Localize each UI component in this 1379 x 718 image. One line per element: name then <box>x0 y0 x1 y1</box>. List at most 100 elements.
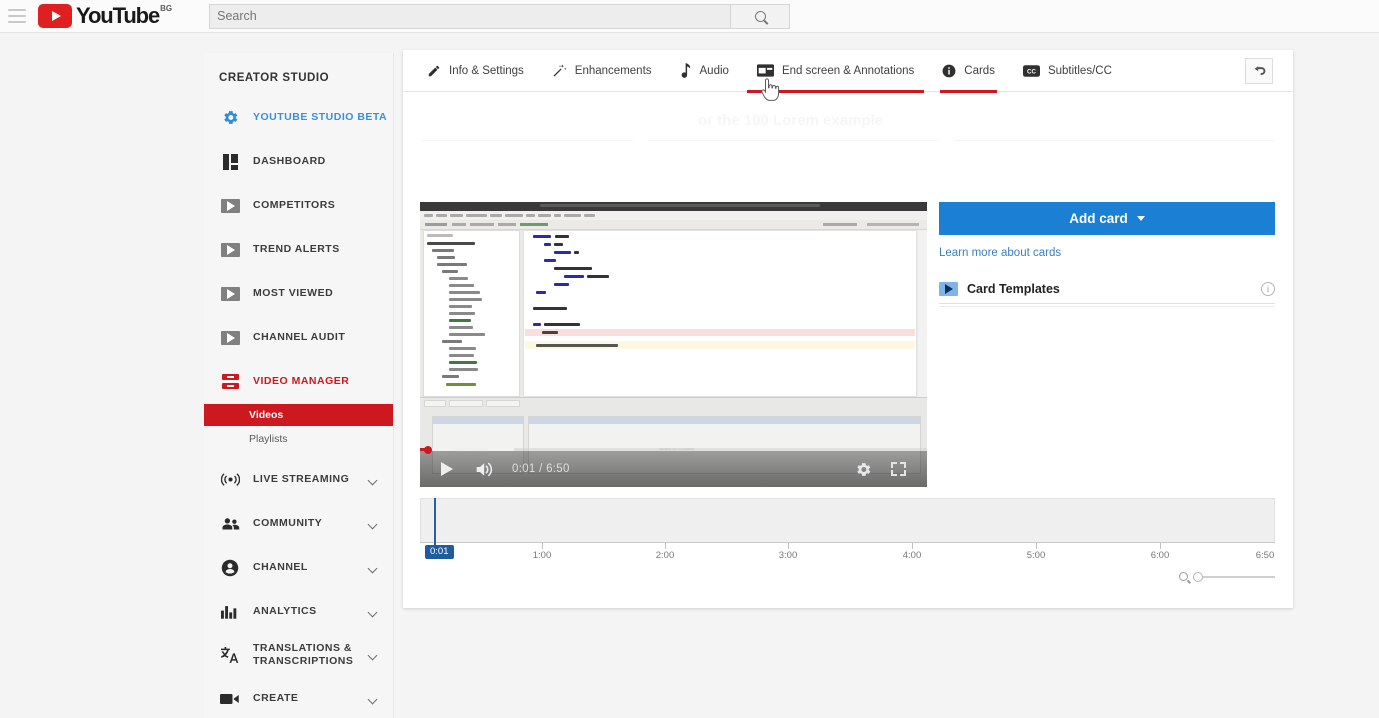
youtube-logo-text: YouTube <box>76 3 160 28</box>
sidebar-item-dashboard[interactable]: DASHBOARD <box>204 146 393 177</box>
youtube-country-code: BG <box>160 4 173 13</box>
hamburger-bar <box>8 15 26 17</box>
sidebar-item-most-viewed[interactable]: MOST VIEWED <box>204 278 393 309</box>
sidebar-item-label: TREND ALERTS <box>253 242 340 255</box>
volume-icon <box>476 462 493 476</box>
tab-label: Audio <box>699 64 729 77</box>
sidebar: CREATOR STUDIO YOUTUBE STUDIO BETA DASHB… <box>204 53 394 718</box>
progress-scrubber[interactable] <box>424 445 433 454</box>
magic-wand-icon <box>552 63 567 78</box>
video-frame: Frames are not available Variables are n… <box>420 202 927 487</box>
search-bar <box>209 3 791 29</box>
gear-icon <box>219 109 241 126</box>
sidebar-item-video-manager[interactable]: VIDEO MANAGER <box>204 366 393 397</box>
timeline-tick-label: 6:00 <box>1150 550 1170 561</box>
search-button[interactable] <box>730 3 791 29</box>
pencil-icon <box>427 64 441 78</box>
tab-subtitles-cc[interactable]: CC Subtitles/CC <box>1021 50 1114 92</box>
sidebar-item-community[interactable]: COMMUNITY <box>204 508 393 539</box>
settings-button[interactable] <box>848 454 878 484</box>
back-arrow-icon <box>1254 65 1265 75</box>
sidebar-item-competitors[interactable]: COMPETITORS <box>204 190 393 221</box>
sidebar-item-live-streaming[interactable]: LIVE STREAMING <box>204 464 393 495</box>
sidebar-item-trend-alerts[interactable]: TREND ALERTS <box>204 234 393 265</box>
timeline-playhead[interactable] <box>434 498 436 545</box>
sidebar-item-create[interactable]: CREATE <box>204 683 393 714</box>
dashboard-icon <box>219 154 241 170</box>
tab-end-screen-and-annotations[interactable]: End screen & Annotations <box>746 50 925 93</box>
chevron-down-icon <box>367 694 378 704</box>
video-player[interactable]: Frames are not available Variables are n… <box>420 202 927 487</box>
sidebar-item-label: VIDEO MANAGER <box>253 374 350 387</box>
sidebar-item-translations-transcriptions[interactable]: TRANSLATIONS & TRANSCRIPTIONS <box>204 640 393 670</box>
chevron-down-icon <box>367 475 378 485</box>
card-templates-row[interactable]: Card Templates i <box>939 274 1275 304</box>
sidebar-item-label: LIVE STREAMING <box>253 472 350 485</box>
caret-down-icon <box>1136 216 1145 221</box>
video-badge-icon <box>219 286 241 301</box>
player-controls-left: 0:01 / 6:50 <box>432 451 570 487</box>
player-control-bar: 0:01 / 6:50 <box>420 445 927 487</box>
tab-enhancements[interactable]: Enhancements <box>550 50 654 92</box>
timeline-track[interactable] <box>420 498 1275 542</box>
tab-cards[interactable]: Cards <box>940 50 997 93</box>
youtube-play-icon <box>38 4 72 28</box>
timeline-playhead-label: 0:01 <box>425 545 454 559</box>
card-templates-label: Card Templates <box>967 281 1060 296</box>
tab-label: Subtitles/CC <box>1047 64 1112 77</box>
fullscreen-button[interactable] <box>883 454 913 484</box>
hamburger-bar <box>8 21 26 23</box>
player-controls-right <box>848 451 913 487</box>
player-time-display: 0:01 / 6:50 <box>512 463 570 475</box>
timeline-tick-label: 1:00 <box>532 550 552 561</box>
timeline-zoom-control <box>1179 571 1275 582</box>
tab-info-and-settings[interactable]: Info & Settings <box>425 50 526 92</box>
timeline-tick-label: 2:00 <box>655 550 675 561</box>
sidebar-item-label: YOUTUBE STUDIO BETA <box>253 110 388 123</box>
video-badge-icon <box>219 198 241 213</box>
timeline-tick-label: 4:00 <box>902 550 922 561</box>
info-icon[interactable]: i <box>1261 281 1275 296</box>
zoom-slider-track[interactable] <box>1193 571 1275 582</box>
sidebar-item-channel[interactable]: CHANNEL <box>204 552 393 583</box>
sidebar-item-label: CHANNEL AUDIT <box>253 330 346 343</box>
add-card-label: Add card <box>1069 211 1128 226</box>
chevron-down-icon <box>367 519 378 529</box>
learn-more-about-cards-link[interactable]: Learn more about cards <box>939 247 1275 259</box>
translate-icon <box>219 646 241 664</box>
tab-label: End screen & Annotations <box>781 64 915 77</box>
timeline-tick-label: 3:00 <box>778 550 798 561</box>
sidebar-item-label: COMMUNITY <box>253 516 323 529</box>
video-badge-icon <box>939 281 958 296</box>
sidebar-title: CREATOR STUDIO <box>219 72 330 84</box>
volume-button[interactable] <box>470 454 500 484</box>
sidebar-subitem-videos[interactable]: Videos <box>204 404 393 426</box>
people-icon <box>219 517 241 531</box>
sidebar-item-label: DASHBOARD <box>253 154 326 167</box>
add-card-button[interactable]: Add card <box>939 202 1275 235</box>
sidebar-subitems: Videos Playlists <box>204 404 393 450</box>
back-button[interactable] <box>1245 58 1273 84</box>
tab-label: Enhancements <box>574 64 652 77</box>
sidebar-item-youtube-studio-beta[interactable]: YOUTUBE STUDIO BETA <box>204 102 393 133</box>
card-timeline: 1:00 2:00 3:00 4:00 5:00 6:00 6:50 0:01 <box>420 498 1275 593</box>
play-button[interactable] <box>432 454 462 484</box>
tab-bar: Info & Settings Enhancements Audio End s… <box>403 50 1293 93</box>
tab-audio[interactable]: Audio <box>678 50 731 92</box>
sidebar-item-label: COMPETITORS <box>253 198 336 211</box>
search-icon <box>754 10 766 22</box>
timeline-tick-label: 5:00 <box>1026 550 1046 561</box>
video-badge-icon <box>219 330 241 345</box>
ghost-text: or the 100 Lorem example <box>698 112 884 129</box>
sidebar-item-analytics[interactable]: ANALYTICS <box>204 596 393 627</box>
sidebar-subitem-playlists[interactable]: Playlists <box>204 428 393 450</box>
sidebar-item-channel-audit[interactable]: CHANNEL AUDIT <box>204 322 393 353</box>
search-input[interactable] <box>209 3 731 29</box>
fullscreen-icon <box>890 462 906 476</box>
magnifier-icon <box>1179 572 1188 581</box>
video-badge-icon <box>219 242 241 257</box>
hamburger-menu-icon[interactable] <box>8 9 26 23</box>
zoom-slider-handle[interactable] <box>1193 571 1203 582</box>
broadcast-icon <box>219 473 241 486</box>
youtube-logo[interactable]: YouTube BG <box>38 4 172 28</box>
